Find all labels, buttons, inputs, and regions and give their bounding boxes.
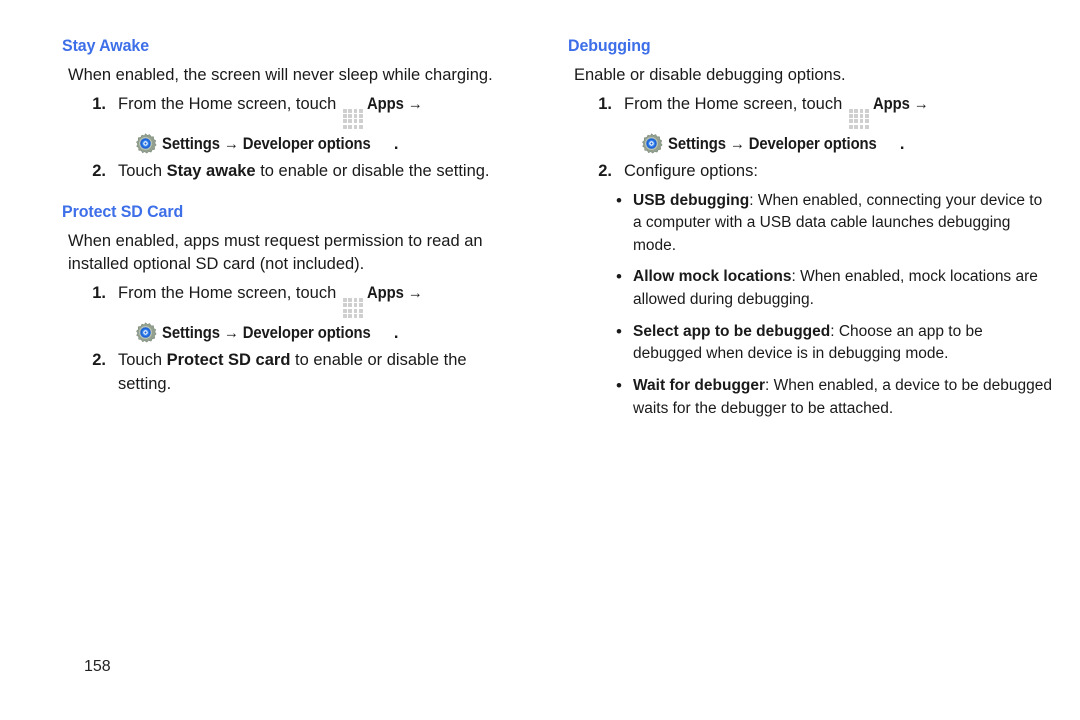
apps-grid-icon [342, 297, 363, 318]
settings-path-label: Settings → Developer options [162, 134, 371, 153]
step-line-1: From the Home screen, touch Apps → [118, 282, 520, 318]
step-body: Configure options: [624, 161, 758, 180]
option-term: Select app to be debugged [633, 322, 831, 340]
step-text: Touch [118, 161, 167, 180]
step-body: From the Home screen, touch Apps → Setti… [624, 93, 1058, 157]
settings-path-period: . [899, 134, 905, 153]
settings-path-label: Settings → Developer options [668, 134, 877, 153]
section-stay-awake: Stay Awake When enabled, the screen will… [62, 36, 520, 184]
section-debugging: Debugging Enable or disable debugging op… [568, 36, 1058, 420]
step-line-2: Settings → Developer options. [624, 132, 1058, 157]
step-item: 2. Configure options: [568, 160, 1058, 184]
setting-name: Stay awake [166, 161, 256, 180]
page-title-debugging: Debugging [568, 36, 651, 55]
step-number: 2. [92, 350, 106, 369]
intro-text-protect-sd-card: When enabled, apps must request permissi… [68, 231, 483, 274]
step-text: From the Home screen, touch [118, 283, 341, 302]
step-body: From the Home screen, touch Apps → Setti… [118, 282, 520, 346]
list-item: USB debugging: When enabled, connecting … [616, 189, 1053, 258]
settings-gear-icon [134, 321, 157, 344]
page-title-protect-sd-card: Protect SD Card [62, 201, 184, 221]
step-number: 1. [92, 283, 106, 302]
settings-path-label: Settings → Developer options [162, 323, 371, 342]
step-number: 2. [92, 161, 106, 180]
page-title-stay-awake: Stay Awake [62, 36, 150, 55]
settings-gear-icon [134, 132, 157, 155]
intro-text-stay-awake: When enabled, the screen will never slee… [68, 66, 493, 84]
step-item: 1. From the Home screen, touch Apps → Se… [62, 282, 520, 346]
step-line-2: Settings → Developer options. [118, 132, 520, 157]
option-term: Allow mock locations [633, 268, 792, 286]
step-text: to enable or disable the setting. [255, 161, 490, 180]
step-body: Touch Protect SD card to enable or disab… [118, 349, 520, 397]
apps-label: Apps → [366, 94, 423, 113]
apps-label: Apps → [366, 283, 423, 302]
intro-text-debugging: Enable or disable debugging options. [574, 66, 846, 84]
step-number: 1. [92, 94, 106, 113]
step-item: 2. Touch Stay awake to enable or disable… [62, 160, 520, 184]
settings-path-period: . [393, 134, 399, 153]
step-text: From the Home screen, touch [118, 94, 341, 113]
configure-options-list: USB debugging: When enabled, connecting … [568, 189, 1058, 421]
section-protect-sd-card: Protect SD Card When enabled, apps must … [62, 202, 520, 397]
apps-grid-icon [848, 108, 869, 129]
step-item: 1. From the Home screen, touch Apps → Se… [568, 93, 1058, 157]
step-line-1: From the Home screen, touch Apps → [624, 93, 1058, 129]
step-line-2: Settings → Developer options. [118, 321, 520, 346]
step-body: Touch Stay awake to enable or disable th… [118, 160, 520, 184]
apps-grid-icon [342, 108, 363, 129]
step-text: From the Home screen, touch [624, 94, 847, 113]
step-item: 1. From the Home screen, touch Apps → Se… [62, 93, 520, 157]
settings-gear-icon [640, 132, 663, 155]
page-number: 158 [84, 658, 111, 675]
list-item: Select app to be debugged: Choose an app… [616, 320, 1053, 366]
step-item: 2. Touch Protect SD card to enable or di… [62, 349, 520, 397]
step-number: 1. [598, 94, 612, 113]
settings-path-period: . [393, 323, 399, 342]
step-body: From the Home screen, touch Apps → Setti… [118, 93, 520, 157]
right-column: Debugging Enable or disable debugging op… [540, 0, 1080, 720]
setting-name: Protect SD card [166, 350, 291, 369]
apps-label: Apps → [872, 94, 929, 113]
step-text: Touch [118, 350, 167, 369]
step-number: 2. [598, 161, 612, 180]
option-term: USB debugging [633, 191, 750, 209]
step-line-1: From the Home screen, touch Apps → [118, 93, 520, 129]
list-item: Wait for debugger: When enabled, a devic… [616, 374, 1053, 420]
manual-page: Stay Awake When enabled, the screen will… [0, 0, 1080, 720]
list-item: Allow mock locations: When enabled, mock… [616, 265, 1053, 311]
option-term: Wait for debugger [633, 376, 766, 394]
left-column: Stay Awake When enabled, the screen will… [0, 0, 540, 720]
